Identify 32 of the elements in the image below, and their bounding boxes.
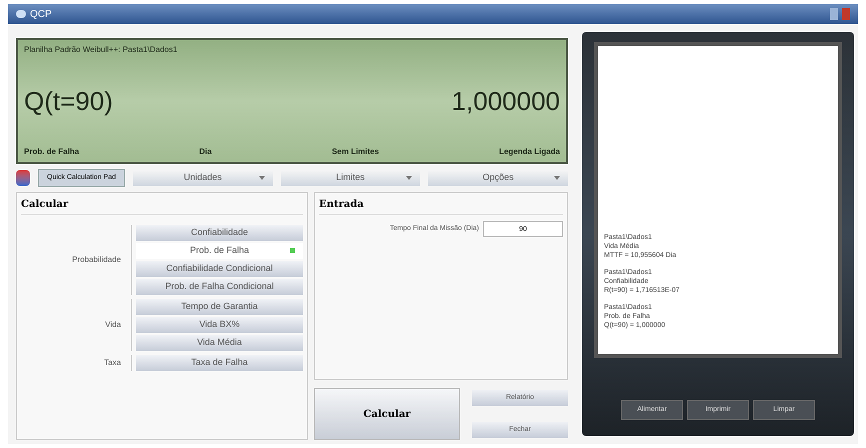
group-label: Vida [104, 319, 122, 331]
option-button[interactable]: Taxa de Falha [136, 355, 303, 371]
group-label: Probabilidade [71, 254, 122, 266]
display-status: Sem Limites [332, 146, 379, 158]
option-button[interactable]: Vida BX% [136, 317, 303, 333]
caret-icon [554, 176, 560, 180]
display-value: 1,000000 [452, 84, 560, 118]
option-button[interactable]: Prob. de Falha [136, 243, 303, 259]
panel-title: Calcular [21, 197, 303, 215]
option-button[interactable]: Tempo de Garantia [136, 299, 303, 315]
option-button[interactable]: Confiabilidade [136, 225, 303, 241]
logo-icon [16, 170, 30, 186]
menu-dropdown[interactable]: Unidades [132, 170, 273, 186]
window-title: QCP [30, 8, 52, 22]
option-button[interactable]: Confiabilidade Condicional [136, 261, 303, 277]
menu-dropdown[interactable]: Limites [280, 170, 420, 186]
option-button[interactable]: Vida Média [136, 335, 303, 351]
calculate-button[interactable]: Calcular [314, 388, 460, 440]
option-button[interactable]: Prob. de Falha Condicional [136, 279, 303, 295]
group-label: Taxa [103, 357, 122, 369]
help-button[interactable] [830, 8, 838, 20]
menu-dropdown[interactable]: Opções [428, 170, 568, 186]
display-header: Planilha Padrão Weibull++: Pasta1\Dados1 [24, 44, 178, 56]
display-status: Legenda Ligada [499, 146, 560, 158]
display-status: Prob. de Falha [24, 146, 80, 158]
panel-title: Entrada [319, 197, 563, 215]
display-status: Dia [199, 146, 212, 158]
display-expression: Q(t=90) [24, 84, 113, 118]
app-icon [16, 10, 26, 18]
close-button[interactable] [842, 8, 850, 20]
caret-icon [258, 176, 265, 180]
caret-icon [406, 176, 412, 180]
